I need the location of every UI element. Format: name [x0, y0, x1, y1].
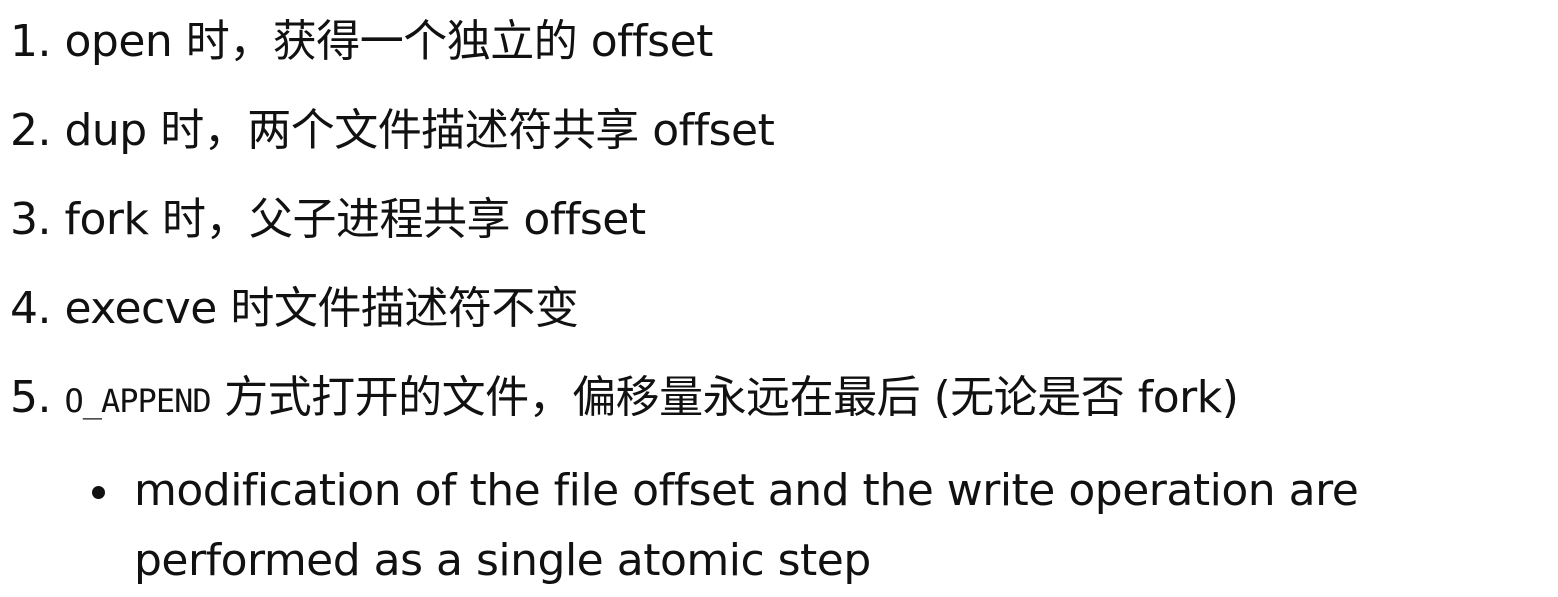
list-text: fork 时，父子进程共享 offset: [64, 194, 646, 245]
bullet-text-line-2: performed as a single atomic step: [134, 535, 871, 586]
list-text: dup 时，两个文件描述符共享 offset: [64, 105, 775, 156]
inline-code: O_APPEND: [64, 382, 211, 420]
list-item: 1. open 时，获得一个独立的 offset: [10, 12, 713, 72]
list-text: execve 时文件描述符不变: [64, 283, 579, 334]
bullet-list: modification of the file offset and the …: [92, 456, 1532, 596]
list-number: 2.: [10, 105, 51, 156]
list-item: 5. O_APPEND 方式打开的文件，偏移量永远在最后 (无论是否 fork): [10, 368, 1239, 431]
list-item: 2. dup 时，两个文件描述符共享 offset: [10, 101, 775, 161]
list-number: 4.: [10, 283, 51, 334]
list-text: 方式打开的文件，偏移量永远在最后 (无论是否 fork): [210, 372, 1239, 423]
document: 1. open 时，获得一个独立的 offset 2. dup 时，两个文件描述…: [0, 0, 1558, 597]
list-number: 3.: [10, 194, 51, 245]
list-item: 3. fork 时，父子进程共享 offset: [10, 190, 646, 250]
list-text: open 时，获得一个独立的 offset: [64, 16, 713, 67]
list-number: 1.: [10, 16, 51, 67]
bullet-item: modification of the file offset and the …: [92, 456, 1532, 596]
list-number: 5.: [10, 372, 51, 423]
bullet-dot-icon: [92, 486, 105, 499]
bullet-text-line-1: modification of the file offset and the …: [134, 465, 1359, 516]
list-item: 4. execve 时文件描述符不变: [10, 279, 579, 339]
